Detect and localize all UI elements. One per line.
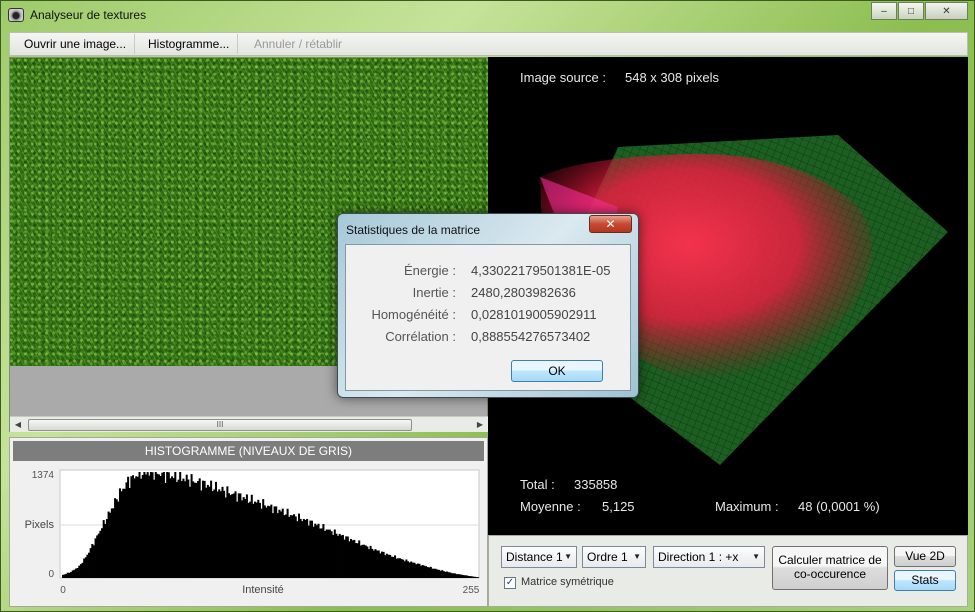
dialog-title: Statistiques de la matrice [346, 223, 481, 237]
controls-panel: Distance 1 ▼ Ordre 1 ▼ Direction 1 : +x … [488, 535, 968, 607]
x-max-tick: 255 [463, 585, 480, 596]
homogeneity-label: Homogénéité : [371, 307, 456, 322]
close-button[interactable]: ✕ [925, 2, 968, 20]
horizontal-scrollbar[interactable]: ◀ III ▶ [10, 416, 488, 432]
total-value: 335858 [574, 477, 618, 492]
dialog-close-button[interactable]: ✕ [589, 215, 632, 233]
scroll-left-arrow-icon[interactable]: ◀ [10, 417, 26, 433]
compute-matrix-button[interactable]: Calculer matrice de co-occurence [772, 546, 888, 590]
total-label: Total : [520, 477, 555, 492]
compute-label-line1: Calculer matrice de [778, 553, 882, 567]
max-label: Maximum : [715, 499, 779, 514]
maximize-button[interactable]: □ [898, 2, 924, 20]
histogram-bar [477, 577, 480, 578]
dialog-body: Énergie : 4,33022179501381E-05 Inertie :… [345, 244, 631, 391]
app-window: Analyseur de textures – □ ✕ Ouvrir une i… [0, 0, 975, 612]
inertia-value: 2480,2803982636 [471, 285, 576, 300]
distance-value: Distance 1 [506, 550, 563, 564]
ok-button[interactable]: OK [511, 360, 603, 382]
symmetric-label: Matrice symétrique [521, 576, 614, 588]
window-controls: – □ ✕ [871, 2, 968, 20]
open-image-button[interactable]: Ouvrir une image... [16, 34, 136, 54]
histogram-panel: HISTOGRAMME (NIVEAUX DE GRIS) 1374 0 Pix… [9, 437, 488, 607]
histogram-header: HISTOGRAMME (NIVEAUX DE GRIS) [13, 441, 484, 461]
camera-icon [8, 8, 24, 22]
stats-button[interactable]: Stats [894, 570, 956, 591]
undo-redo-button[interactable]: Annuler / rétablir [246, 34, 350, 54]
mean-label: Moyenne : [520, 499, 581, 514]
direction-value: Direction 1 : +x [658, 550, 739, 564]
window-title: Analyseur de textures [30, 8, 147, 22]
y-max-tick: 1374 [32, 470, 55, 481]
chevron-down-icon: ▼ [752, 552, 760, 561]
symmetric-checkbox[interactable]: ✓ [504, 577, 516, 589]
scroll-thumb[interactable]: III [28, 419, 412, 431]
y-min-tick: 0 [48, 569, 54, 580]
chevron-down-icon: ▼ [633, 552, 641, 561]
histogram-chart: 1374 0 Pixels 0 255 Intensité [25, 469, 480, 596]
minimize-button[interactable]: – [871, 2, 897, 20]
energy-value: 4,33022179501381E-05 [471, 263, 611, 278]
stats-dialog: Statistiques de la matrice ✕ Énergie : 4… [337, 213, 639, 398]
direction-select[interactable]: Direction 1 : +x ▼ [653, 546, 765, 568]
correlation-value: 0,888554276573402 [471, 329, 591, 344]
source-label: Image source : [520, 70, 606, 85]
compute-label-line2: co-occurence [793, 567, 867, 581]
title-bar[interactable]: Analyseur de textures – □ ✕ [1, 1, 974, 31]
order-value: Ordre 1 [587, 550, 628, 564]
energy-label: Énergie : [403, 263, 456, 278]
mean-value: 5,125 [602, 499, 635, 514]
histogram-button[interactable]: Histogramme... [140, 34, 239, 54]
y-axis-label: Pixels [25, 519, 55, 531]
scroll-right-arrow-icon[interactable]: ▶ [472, 417, 488, 433]
order-select[interactable]: Ordre 1 ▼ [582, 546, 646, 568]
x-min-tick: 0 [60, 585, 66, 596]
correlation-label: Corrélation : [385, 329, 456, 344]
source-value: 548 x 308 pixels [625, 70, 719, 85]
x-axis-label: Intensité [242, 584, 284, 596]
toolbar: Ouvrir une image... Histogramme... Annul… [9, 32, 968, 56]
chevron-down-icon: ▼ [564, 552, 572, 561]
max-value: 48 (0,0001 %) [798, 499, 880, 514]
distance-select[interactable]: Distance 1 ▼ [501, 546, 577, 568]
view-2d-button[interactable]: Vue 2D [894, 546, 956, 567]
homogeneity-value: 0,0281019005902911 [471, 307, 597, 322]
inertia-label: Inertie : [412, 285, 456, 300]
